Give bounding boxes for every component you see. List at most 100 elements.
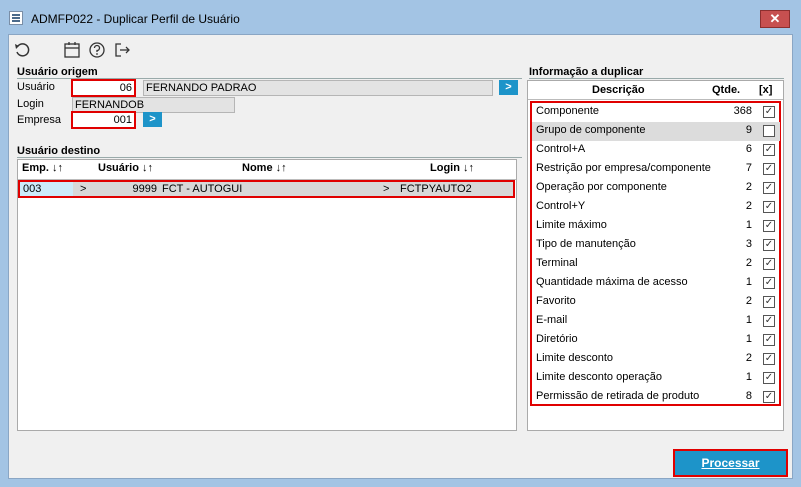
item-descricao: Control+A [536,143,586,155]
calendar-icon[interactable] [63,41,81,59]
item-checkbox[interactable]: ✓ [763,277,775,289]
usuario-search-button[interactable]: > [499,80,518,95]
list-item[interactable]: Limite máximo 1 ✓ [532,217,780,236]
nome-cell: FCT - AUTOGUI [162,183,243,195]
item-qtde: 8 [745,390,752,402]
item-checkbox[interactable]: ✓ [763,201,775,213]
item-qtde: 1 [745,333,752,345]
list-item[interactable]: Componente 368 ✓ [532,103,780,122]
origem-divider [17,78,522,79]
col-login-header[interactable]: Login ↓↑ [430,162,474,174]
col-usuario-header[interactable]: Usuário ↓↑ [98,162,153,174]
item-descricao: E-mail [536,314,568,326]
help-icon[interactable] [88,41,106,59]
login-select-button[interactable]: > [383,182,389,196]
processar-button[interactable]: Processar [673,449,788,477]
empresa-search-button[interactable]: > [143,112,162,127]
item-descricao: Componente [536,105,599,117]
close-button[interactable]: ✕ [760,10,790,28]
usuario-select-button[interactable]: > [80,182,86,196]
item-qtde: 2 [745,352,752,364]
table-row[interactable]: 003 > 9999 FCT - AUTOGUI > FCTPYAUTO2 [18,180,515,198]
emp-cell[interactable]: 003 [20,182,73,196]
list-item[interactable]: Limite desconto 2 ✓ [532,350,780,369]
item-qtde: 1 [745,314,752,326]
item-checkbox[interactable]: ✓ [763,163,775,175]
item-checkbox[interactable]: ✓ [763,144,775,156]
informacao-table-header: Descrição Qtde. [x] [528,81,783,100]
app-window: ADMFP022 - Duplicar Perfil de Usuário ✕ … [0,0,801,487]
login-field: FERNANDOB [72,97,235,113]
item-descricao: Permissão de retirada de produto [536,390,700,402]
usuario-label: Usuário [17,81,55,93]
list-item[interactable]: Control+A 6 ✓ [532,141,780,160]
destino-section-title: Usuário destino [17,145,101,157]
list-item[interactable]: Tipo de manutenção 3 ✓ [532,236,780,255]
item-checkbox[interactable]: ✓ [763,296,775,308]
item-descricao: Grupo de componente [536,124,646,136]
item-checkbox[interactable]: ✓ [763,372,775,384]
col-nome-header[interactable]: Nome ↓↑ [242,162,287,174]
item-checkbox[interactable]: ✓ [763,315,775,327]
item-qtde: 6 [745,143,752,155]
item-checkbox[interactable]: ✓ [763,334,775,346]
item-checkbox[interactable]: ✓ [763,391,775,403]
item-qtde: 2 [745,181,752,193]
item-checkbox[interactable] [763,125,775,137]
item-checkbox[interactable]: ✓ [763,220,775,232]
informacao-rows: Componente 368 ✓ Grupo de componente 9 Contro… [530,101,781,406]
login-cell: FCTPYAUTO2 [400,183,472,195]
origem-section-title: Usuário origem [17,66,98,78]
app-icon [9,11,23,25]
item-descricao: Limite máximo [536,219,607,231]
item-checkbox[interactable]: ✓ [763,106,775,118]
item-descricao: Operação por componente [536,181,667,193]
item-checkbox[interactable]: ✓ [763,258,775,270]
item-descricao: Diretório [536,333,578,345]
empresa-label: Empresa [17,114,62,126]
destino-table-header: Emp. ↓↑ Usuário ↓↑ Nome ↓↑ Login ↓↑ [18,160,516,180]
empresa-field[interactable]: 001 [71,111,136,129]
usuario-name-field: FERNANDO PADRAO [143,80,493,96]
item-descricao: Limite desconto operação [536,371,662,383]
item-qtde: 1 [745,276,752,288]
item-qtde: 9 [745,124,752,136]
title-bar: ADMFP022 - Duplicar Perfil de Usuário ✕ [0,0,801,34]
usuario-code-field[interactable]: 06 [71,79,136,97]
col-emp-header[interactable]: Emp. ↓↑ [22,162,63,174]
list-item[interactable]: E-mail 1 ✓ [532,312,780,331]
list-item[interactable]: Permissão de retirada de produto 8 ✓ [532,388,780,407]
window-title: ADMFP022 - Duplicar Perfil de Usuário [31,12,240,26]
item-qtde: 1 [745,219,752,231]
col-descricao-header: Descrição [592,84,645,96]
list-item[interactable]: Operação por componente 2 ✓ [532,179,780,198]
item-checkbox[interactable]: ✓ [763,239,775,251]
item-checkbox[interactable]: ✓ [763,182,775,194]
destino-table: Emp. ↓↑ Usuário ↓↑ Nome ↓↑ Login ↓↑ 003 … [17,159,517,431]
informacao-table: Descrição Qtde. [x] Componente 368 ✓ Grupo … [527,80,784,431]
undo-icon[interactable] [13,41,31,59]
col-qtde-header: Qtde. [712,84,741,96]
list-item[interactable]: Restrição por empresa/componente 7 ✓ [532,160,780,179]
usuario-cell: 9999 [132,183,157,195]
item-descricao: Terminal [536,257,578,269]
list-item[interactable]: Control+Y 2 ✓ [532,198,780,217]
list-item[interactable]: Quantidade máxima de acesso 1 ✓ [532,274,780,293]
item-descricao: Restrição por empresa/componente [536,162,711,174]
exit-icon[interactable] [113,41,131,59]
item-descricao: Control+Y [536,200,586,212]
item-descricao: Tipo de manutenção [536,238,636,250]
item-qtde: 368 [733,105,752,117]
item-descricao: Quantidade máxima de acesso [536,276,688,288]
list-item[interactable]: Favorito 2 ✓ [532,293,780,312]
item-qtde: 2 [745,257,752,269]
item-descricao: Favorito [536,295,576,307]
client-area: Usuário origem Usuário 06 FERNANDO PADRA… [8,34,793,479]
item-checkbox[interactable]: ✓ [763,353,775,365]
col-check-header[interactable]: [x] [759,84,772,96]
list-item[interactable]: Diretório 1 ✓ [532,331,780,350]
item-qtde: 2 [745,295,752,307]
list-item[interactable]: Grupo de componente 9 [532,122,780,141]
list-item[interactable]: Limite desconto operação 1 ✓ [532,369,780,388]
list-item[interactable]: Terminal 2 ✓ [532,255,780,274]
